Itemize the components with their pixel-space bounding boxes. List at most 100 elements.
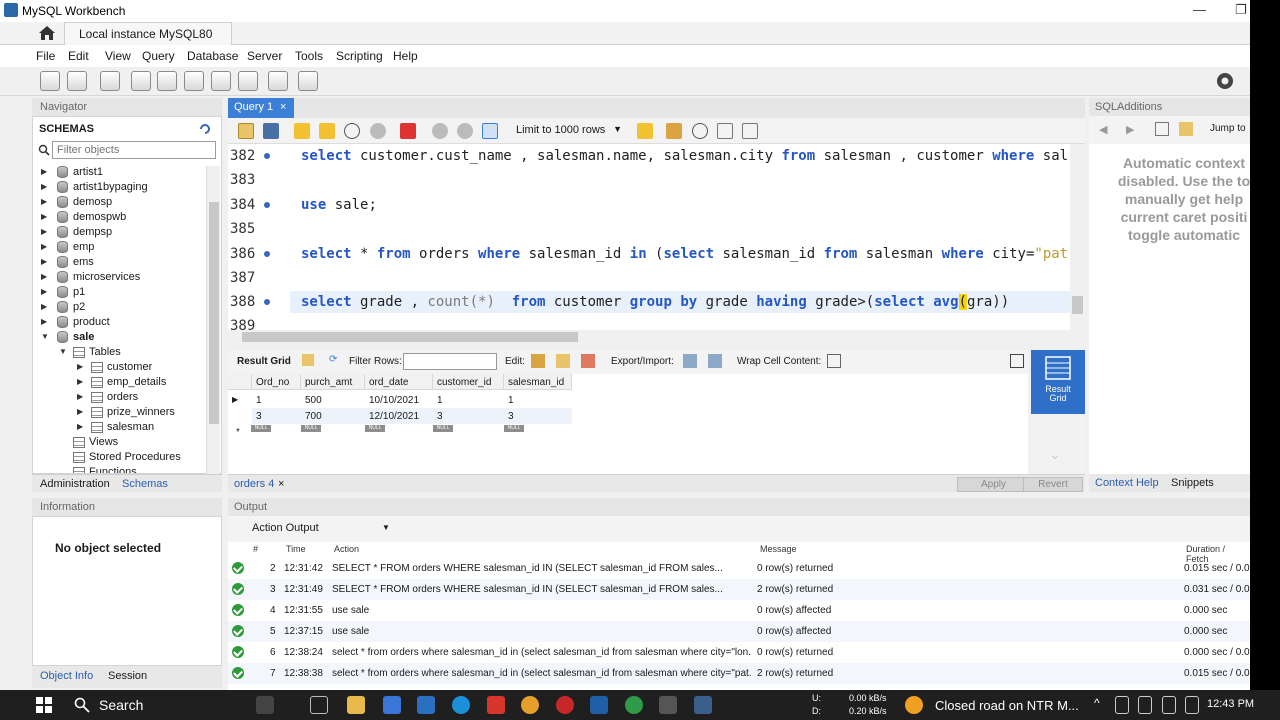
grid-cell[interactable]: 12/10/2021 bbox=[365, 408, 433, 424]
grid-cell[interactable]: 3 bbox=[504, 408, 572, 424]
grid-cell[interactable]: 1 bbox=[252, 392, 301, 408]
limit-rows-select[interactable]: Limit to 1000 rows ▼ bbox=[512, 123, 624, 140]
null-badge[interactable]: NULL bbox=[301, 425, 321, 432]
menu-scripting[interactable]: Scripting bbox=[336, 49, 383, 63]
table-row[interactable]: 6 12:38:24 select * from orders where sa… bbox=[228, 642, 1250, 663]
column-header[interactable]: purch_amt bbox=[301, 374, 365, 390]
save-icon[interactable] bbox=[263, 123, 279, 139]
grid-cell[interactable]: 3 bbox=[252, 408, 301, 424]
expand-arrow-icon[interactable]: ▶ bbox=[77, 422, 83, 431]
expand-arrow-icon[interactable]: ▶ bbox=[41, 302, 47, 311]
expand-arrow-icon[interactable]: ▶ bbox=[41, 287, 47, 296]
refresh-schemas-icon[interactable] bbox=[199, 123, 211, 135]
column-header[interactable]: salesman_id bbox=[504, 374, 572, 390]
connection-tab[interactable]: Local instance MySQL80 bbox=[64, 22, 232, 45]
auto-help-icon[interactable] bbox=[1179, 122, 1193, 136]
editor-horizontal-scrollbar[interactable] bbox=[228, 330, 1071, 344]
find-icon[interactable] bbox=[692, 123, 708, 139]
chevron-up-icon[interactable]: ^ bbox=[1094, 696, 1100, 710]
table-row[interactable]: 5 12:37:15 use sale 0 row(s) affected 0.… bbox=[228, 621, 1250, 642]
collapse-arrow-icon[interactable]: ▼ bbox=[59, 347, 67, 356]
store-icon[interactable] bbox=[383, 696, 401, 714]
mysql-workbench-taskbar-icon[interactable] bbox=[694, 696, 712, 714]
grid-cell[interactable]: 1 bbox=[433, 392, 504, 408]
expand-arrow-icon[interactable]: ▶ bbox=[41, 242, 47, 251]
restore-button[interactable]: ❐ bbox=[1235, 2, 1247, 18]
toggle-side-panel-icon[interactable] bbox=[1010, 354, 1024, 368]
grid-view-icon[interactable] bbox=[302, 354, 314, 366]
navigator-scrollbar[interactable] bbox=[206, 166, 220, 474]
autocommit-icon[interactable] bbox=[482, 123, 498, 139]
execute-current-icon[interactable] bbox=[319, 123, 335, 139]
expand-arrow-icon[interactable]: ▶ bbox=[41, 227, 47, 236]
create-schema-icon[interactable] bbox=[131, 71, 151, 91]
news-headline[interactable]: Closed road on NTR M... bbox=[935, 698, 1079, 713]
toggle-error-icon[interactable] bbox=[400, 123, 416, 139]
minimize-button[interactable]: — bbox=[1193, 2, 1206, 17]
table-row[interactable]: 2 12:31:42 SELECT * FROM orders WHERE sa… bbox=[228, 558, 1250, 579]
inspector-icon[interactable] bbox=[100, 71, 120, 91]
revert-button[interactable]: Revert bbox=[1023, 477, 1083, 492]
null-badge[interactable]: NULL bbox=[433, 425, 453, 432]
expand-arrow-icon[interactable]: ▶ bbox=[41, 197, 47, 206]
tab-schemas[interactable]: Schemas bbox=[122, 478, 168, 490]
wps-icon[interactable] bbox=[487, 696, 505, 714]
settings-gear-icon[interactable] bbox=[1215, 71, 1235, 91]
tray-app-icon[interactable] bbox=[1115, 696, 1129, 714]
tab-object-info[interactable]: Object Info bbox=[40, 670, 93, 682]
collapse-arrow-icon[interactable]: ▼ bbox=[41, 332, 49, 341]
search-icon[interactable] bbox=[74, 697, 90, 713]
menu-help[interactable]: Help bbox=[393, 49, 418, 63]
tray-volume-icon[interactable] bbox=[1185, 696, 1199, 714]
result-tab[interactable]: orders 4 bbox=[234, 478, 274, 490]
table-row[interactable]: 3 12:31:49 SELECT * FROM orders WHERE sa… bbox=[228, 579, 1250, 600]
expand-arrow-icon[interactable]: ▶ bbox=[41, 317, 47, 326]
chevron-down-icon[interactable]: ⌄ bbox=[1049, 446, 1061, 463]
scrollbar-thumb[interactable] bbox=[209, 202, 219, 424]
chrome-profile-icon[interactable] bbox=[625, 696, 643, 714]
app-icon[interactable] bbox=[659, 696, 677, 714]
edit-row-icon[interactable] bbox=[531, 354, 545, 368]
explain-magnifier-icon[interactable] bbox=[344, 123, 360, 139]
menu-file[interactable]: File bbox=[36, 49, 55, 63]
invisible-chars-icon[interactable] bbox=[717, 123, 733, 139]
null-badge[interactable]: NULL bbox=[251, 425, 271, 432]
menu-database[interactable]: Database bbox=[187, 49, 238, 63]
refresh-icon[interactable]: ⟳ bbox=[329, 354, 343, 366]
beautify-icon[interactable] bbox=[666, 123, 682, 139]
tray-wifi-icon[interactable] bbox=[1162, 696, 1176, 714]
open-sql-script-icon[interactable] bbox=[67, 71, 87, 91]
edge-browser-icon[interactable] bbox=[452, 696, 470, 714]
jump-to-label[interactable]: Jump to bbox=[1210, 123, 1246, 134]
reconnect-icon[interactable] bbox=[298, 71, 318, 91]
column-header[interactable]: customer_id bbox=[433, 374, 504, 390]
sql-editor[interactable]: 382 383 384 385 386 387 388 389 select c… bbox=[228, 144, 1085, 330]
filter-objects-input[interactable] bbox=[52, 141, 216, 159]
create-function-icon[interactable] bbox=[238, 71, 258, 91]
forward-icon[interactable]: ▶ bbox=[1126, 123, 1134, 136]
export-icon[interactable] bbox=[683, 354, 697, 368]
expand-arrow-icon[interactable]: ▶ bbox=[77, 362, 83, 371]
tray-network-icon[interactable] bbox=[1138, 696, 1152, 714]
rollback-icon[interactable] bbox=[457, 123, 473, 139]
null-badge[interactable]: NULL bbox=[365, 425, 385, 432]
windows-start-icon[interactable] bbox=[36, 697, 52, 713]
editor-vertical-scrollbar[interactable] bbox=[1070, 144, 1085, 330]
add-to-snippets-icon[interactable] bbox=[637, 123, 653, 139]
expand-arrow-icon[interactable]: ▶ bbox=[41, 257, 47, 266]
expand-arrow-icon[interactable]: ▶ bbox=[77, 377, 83, 386]
tab-administration[interactable]: Administration bbox=[40, 478, 110, 490]
back-icon[interactable]: ◀ bbox=[1099, 123, 1107, 136]
grid-cell[interactable]: 10/10/2021 bbox=[365, 392, 433, 408]
vscode-icon[interactable] bbox=[590, 696, 608, 714]
expand-arrow-icon[interactable]: ▶ bbox=[41, 212, 47, 221]
expand-arrow-icon[interactable]: ▶ bbox=[77, 407, 83, 416]
mail-icon[interactable] bbox=[417, 696, 435, 714]
wrap-lines-icon[interactable] bbox=[742, 123, 758, 139]
search-table-data-icon[interactable] bbox=[268, 71, 288, 91]
tab-context-help[interactable]: Context Help bbox=[1095, 477, 1159, 489]
create-view-icon[interactable] bbox=[184, 71, 204, 91]
expand-arrow-icon[interactable]: ▶ bbox=[41, 182, 47, 191]
scrollbar-thumb[interactable] bbox=[242, 332, 578, 342]
commit-icon[interactable] bbox=[432, 123, 448, 139]
